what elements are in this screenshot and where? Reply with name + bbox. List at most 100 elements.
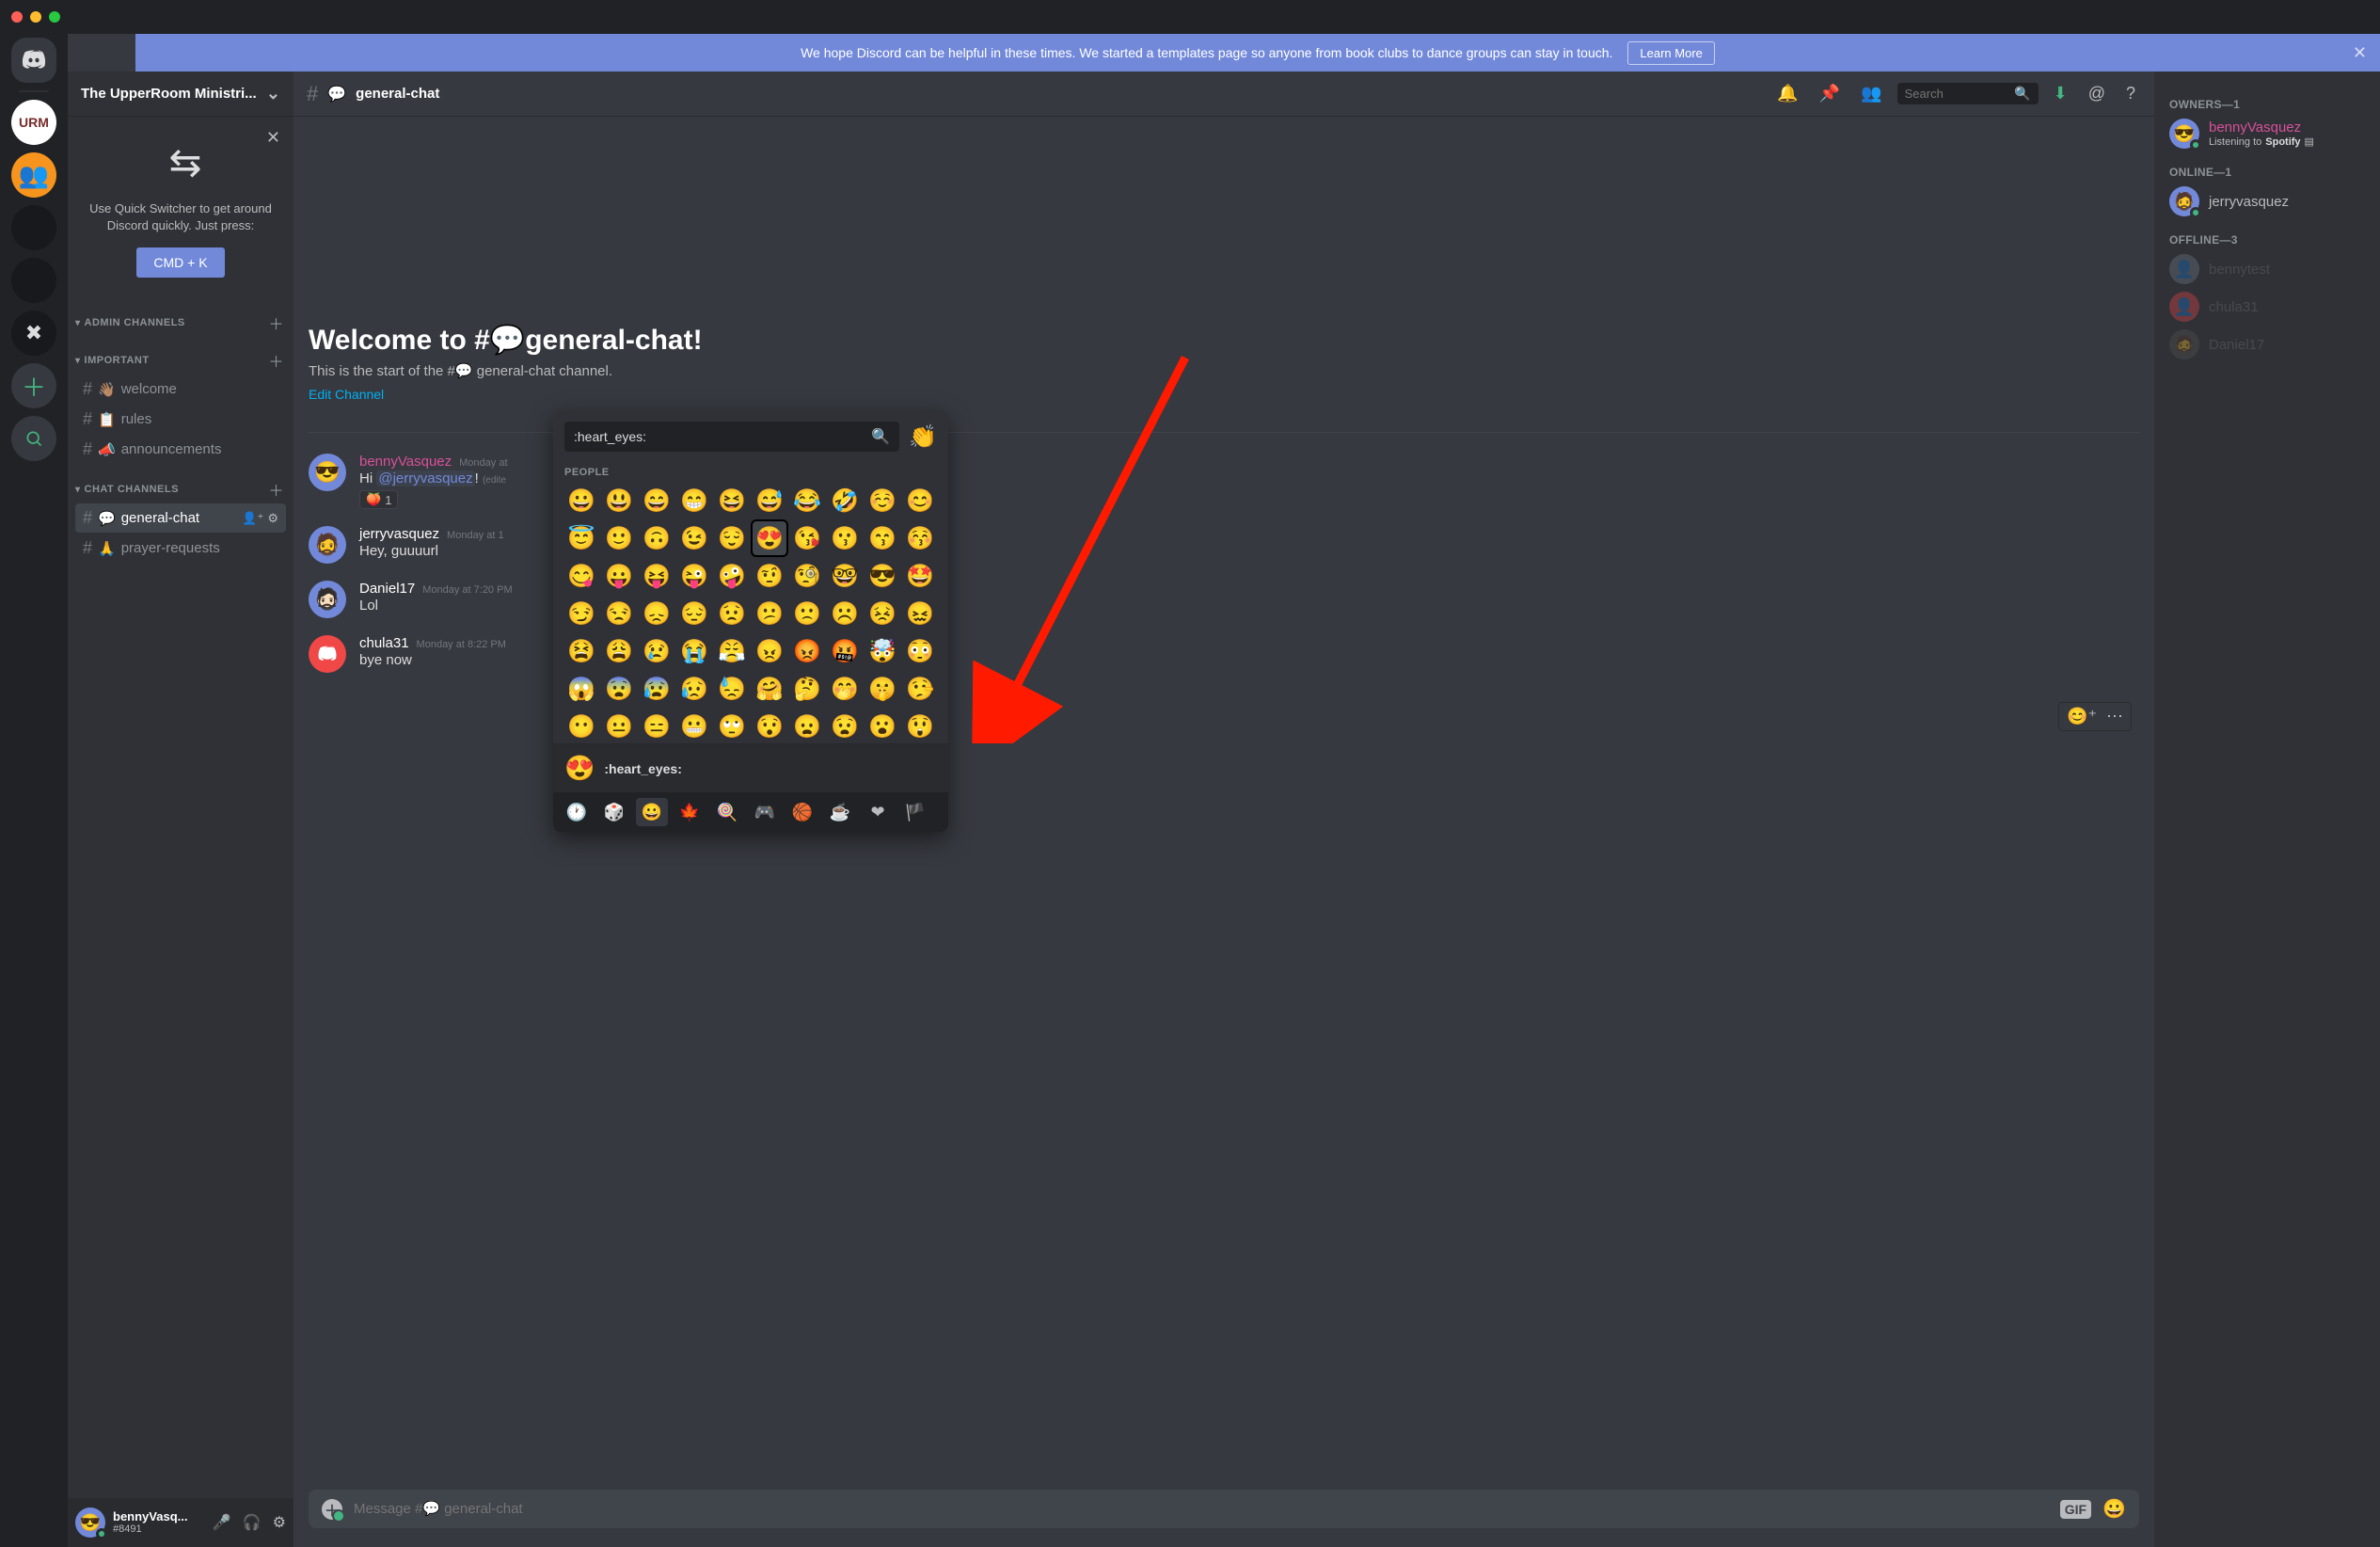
channel-item[interactable]: #📋rules <box>75 405 286 434</box>
mute-icon[interactable]: 🎤 <box>213 1513 231 1532</box>
emoji-cell[interactable]: 🧐 <box>790 559 824 593</box>
channel-item[interactable]: #👋🏽welcome <box>75 375 286 404</box>
channel-category[interactable]: ▾CHAT CHANNELS＋ <box>68 465 294 502</box>
server-cpanel[interactable]: 👥 <box>11 152 56 198</box>
emoji-cell[interactable]: 😲 <box>903 710 937 743</box>
reaction[interactable]: 🍑1 <box>359 490 398 509</box>
emoji-cell[interactable]: 🙃 <box>640 521 674 555</box>
emoji-cell[interactable]: 😁 <box>677 484 711 518</box>
emoji-search-box[interactable]: 🔍 <box>564 422 899 452</box>
emoji-cell[interactable]: 😢 <box>640 634 674 668</box>
emoji-tab[interactable]: 🏀 <box>786 798 818 826</box>
emoji-cell[interactable]: 😧 <box>828 710 862 743</box>
emoji-cell[interactable]: 😥 <box>677 672 711 706</box>
message-author[interactable]: bennyVasquez <box>359 454 452 470</box>
members-toggle-icon[interactable]: 👥 <box>1855 84 1887 104</box>
emoji-tab[interactable]: ☕ <box>824 798 856 826</box>
emoji-cell[interactable]: 😩 <box>602 634 636 668</box>
quick-switcher-button[interactable]: CMD + K <box>136 247 224 278</box>
emoji-cell[interactable]: 🤩 <box>903 559 937 593</box>
invite-icon[interactable]: 👤⁺ <box>242 511 263 526</box>
emoji-cell[interactable]: 🙂 <box>602 521 636 555</box>
search-box[interactable]: 🔍 <box>1897 83 2039 104</box>
emoji-cell[interactable]: 😒 <box>602 597 636 630</box>
download-icon[interactable]: ⬇ <box>2048 84 2073 104</box>
add-channel-icon[interactable]: ＋ <box>268 311 284 334</box>
emoji-cell[interactable]: 😏 <box>564 597 598 630</box>
deafen-icon[interactable]: 🎧 <box>243 1513 262 1532</box>
help-icon[interactable]: ? <box>2120 84 2141 104</box>
mentions-icon[interactable]: @ <box>2083 84 2111 104</box>
emoji-cell[interactable]: 😬 <box>677 710 711 743</box>
emoji-cell[interactable]: 😞 <box>640 597 674 630</box>
emoji-tab[interactable]: 🕐 <box>561 798 593 826</box>
notifications-icon[interactable]: 🔔 <box>1771 84 1803 104</box>
emoji-cell[interactable]: 😦 <box>790 710 824 743</box>
emoji-cell[interactable]: 😓 <box>715 672 749 706</box>
channel-item[interactable]: #📣announcements <box>75 435 286 464</box>
emoji-cell[interactable]: 😅 <box>753 484 786 518</box>
explore-button[interactable] <box>11 416 56 461</box>
add-server-button[interactable]: ＋ <box>11 363 56 408</box>
channel-item[interactable]: #💬general-chat👤⁺⚙ <box>75 503 286 533</box>
emoji-cell[interactable]: 🤔 <box>790 672 824 706</box>
member-offline-1[interactable]: 👤 chula31 <box>2162 288 2372 326</box>
minimize-traffic-light[interactable] <box>30 11 41 23</box>
emoji-cell[interactable]: 😤 <box>715 634 749 668</box>
attach-button[interactable]: ＋ <box>322 1499 342 1520</box>
emoji-cell[interactable]: 😋 <box>564 559 598 593</box>
emoji-cell[interactable]: 🤯 <box>865 634 899 668</box>
emoji-tab[interactable]: 🍁 <box>674 798 706 826</box>
emoji-cell[interactable]: 😇 <box>564 521 598 555</box>
emoji-cell[interactable]: 😉 <box>677 521 711 555</box>
emoji-cell[interactable]: 😰 <box>640 672 674 706</box>
banner-close-icon[interactable]: ✕ <box>2353 43 2367 63</box>
more-actions-icon[interactable]: ⋯ <box>2106 707 2123 726</box>
emoji-tab[interactable]: 😀 <box>636 798 668 826</box>
emoji-tab[interactable]: 🍭 <box>711 798 743 826</box>
emoji-cell[interactable]: 🤨 <box>753 559 786 593</box>
zoom-traffic-light[interactable] <box>49 11 60 23</box>
emoji-cell[interactable]: 🤭 <box>828 672 862 706</box>
emoji-cell[interactable]: 😫 <box>564 634 598 668</box>
channel-category[interactable]: ▾ADMIN CHANNELS＋ <box>68 298 294 336</box>
emoji-cell[interactable]: 😚 <box>903 521 937 555</box>
channel-item[interactable]: #🙏prayer-requests <box>75 534 286 563</box>
emoji-cell[interactable]: 😐 <box>602 710 636 743</box>
avatar[interactable]: 😎 <box>309 454 346 491</box>
emoji-tab[interactable]: 🎮 <box>749 798 781 826</box>
avatar[interactable] <box>309 635 346 673</box>
member-online-0[interactable]: 🧔 jerryvasquez <box>2162 183 2372 220</box>
emoji-cell[interactable]: 😝 <box>640 559 674 593</box>
emoji-cell[interactable]: 😀 <box>564 484 598 518</box>
emoji-cell[interactable]: 😘 <box>790 521 824 555</box>
emoji-cell[interactable]: 😎 <box>865 559 899 593</box>
emoji-cell[interactable]: 😍 <box>753 521 786 555</box>
add-channel-icon[interactable]: ＋ <box>268 478 284 501</box>
mention[interactable]: @jerryvasquez <box>376 470 474 486</box>
close-traffic-light[interactable] <box>11 11 23 23</box>
pinned-icon[interactable]: 📌 <box>1814 84 1846 104</box>
gif-button[interactable]: GIF <box>2060 1500 2091 1519</box>
emoji-tab[interactable]: ❤ <box>862 798 894 826</box>
member-offline-0[interactable]: 👤 bennytest <box>2162 250 2372 288</box>
emoji-cell[interactable]: 😟 <box>715 597 749 630</box>
learn-more-button[interactable]: Learn More <box>1627 41 1714 65</box>
member-owner[interactable]: 😎 bennyVasquez Listening to Spotify ▤ <box>2162 115 2372 152</box>
emoji-cell[interactable]: 😔 <box>677 597 711 630</box>
emoji-cell[interactable]: 😂 <box>790 484 824 518</box>
emoji-cell[interactable]: 🤣 <box>828 484 862 518</box>
emoji-cell[interactable]: 😖 <box>903 597 937 630</box>
emoji-cell[interactable]: 😗 <box>828 521 862 555</box>
emoji-tab[interactable]: 🏴 <box>899 798 931 826</box>
emoji-search-input[interactable] <box>574 429 871 444</box>
emoji-cell[interactable]: 🤥 <box>903 672 937 706</box>
emoji-cell[interactable]: 😱 <box>564 672 598 706</box>
emoji-cell[interactable]: 😜 <box>677 559 711 593</box>
emoji-cell[interactable]: ☺️ <box>865 484 899 518</box>
emoji-tab[interactable]: 🎲 <box>598 798 630 826</box>
avatar[interactable]: 🧔 <box>309 526 346 564</box>
emoji-cell[interactable]: 😆 <box>715 484 749 518</box>
self-avatar[interactable]: 😎 <box>75 1507 105 1538</box>
channel-category[interactable]: ▾IMPORTANT＋ <box>68 336 294 374</box>
